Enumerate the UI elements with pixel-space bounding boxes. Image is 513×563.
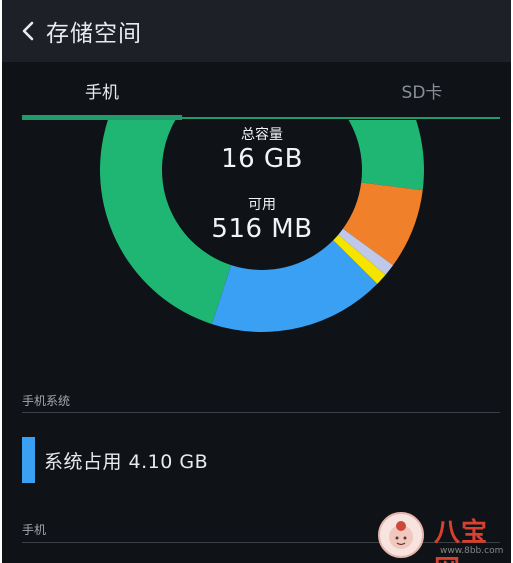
- storage-chart-area: 总容量 16 GB 可用 516 MB: [2, 120, 511, 350]
- tab-phone[interactable]: 手机: [22, 62, 182, 118]
- tab-bar: 手机 SD卡: [2, 62, 511, 120]
- legend-swatch: [22, 437, 35, 483]
- total-capacity-label: 总容量: [241, 127, 283, 143]
- total-capacity-value: 16 GB: [221, 144, 303, 174]
- watermark-url: www.8bb.com: [440, 546, 504, 556]
- legend-item-system[interactable]: 系统占用 4.10 GB: [22, 436, 208, 484]
- back-button[interactable]: [12, 9, 44, 53]
- storage-screen: 存储空间 手机 SD卡 总容量 16 GB 可用 516 MB 手机系统 系统占…: [2, 0, 511, 563]
- section-title-system: 手机系统: [22, 394, 71, 408]
- watermark-logo-icon: [378, 512, 424, 558]
- available-value: 516 MB: [211, 214, 313, 244]
- legend-label: 系统占用 4.10 GB: [44, 450, 209, 473]
- app-bar: 存储空间: [2, 0, 511, 62]
- page-title: 存储空间: [46, 21, 142, 47]
- tab-sd-card[interactable]: SD卡: [342, 62, 502, 118]
- watermark: 八宝网 www.8bb.com: [378, 508, 511, 563]
- available-label: 可用: [248, 197, 276, 213]
- section-divider: [22, 412, 500, 413]
- section-title-phone: 手机: [22, 523, 47, 537]
- chevron-left-icon: [22, 21, 34, 41]
